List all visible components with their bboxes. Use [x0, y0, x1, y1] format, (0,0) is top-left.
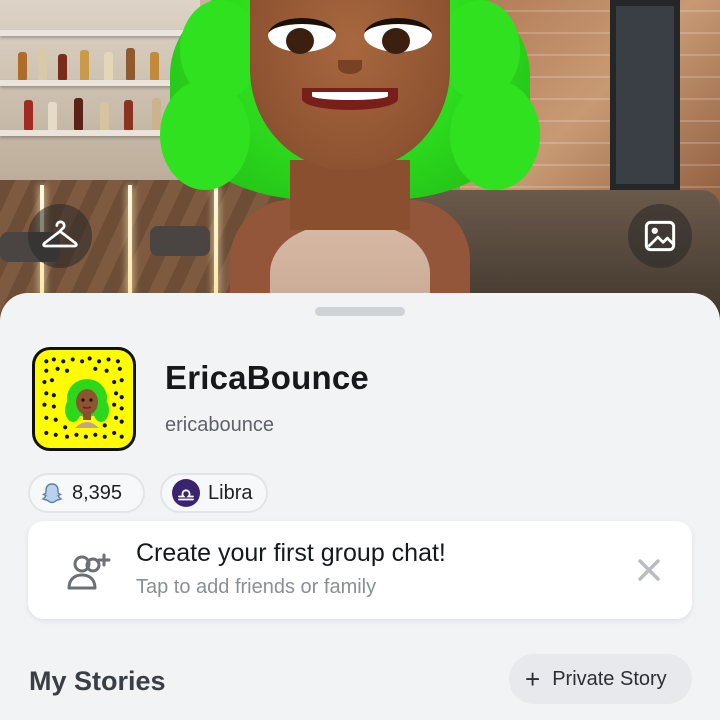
window [610, 0, 680, 190]
private-story-button[interactable]: + Private Story [509, 654, 692, 704]
snapcode-avatar [65, 379, 109, 428]
close-icon[interactable] [636, 557, 662, 583]
sheet-grabber[interactable] [315, 307, 405, 316]
display-name: EricaBounce [165, 359, 369, 396]
snap-score-chip[interactable]: 8,395 [28, 473, 145, 513]
profile-sheet: EricaBounce ericabounce 8,395 Libra Crea… [0, 293, 720, 720]
image-icon [644, 220, 676, 252]
username: ericabounce [165, 414, 274, 436]
outfit-button[interactable] [28, 204, 92, 268]
bitmoji-avatar [160, 0, 540, 330]
zodiac-label: Libra [208, 481, 253, 504]
bitmoji-scene [0, 0, 720, 330]
snap-score-value: 8,395 [72, 481, 123, 504]
ghost-icon [40, 481, 64, 505]
group-chat-card[interactable]: Create your first group chat! Tap to add… [28, 521, 692, 619]
libra-icon [172, 479, 200, 507]
zodiac-chip[interactable]: Libra [160, 473, 268, 513]
background-button[interactable] [628, 204, 692, 268]
my-stories-title: My Stories [29, 666, 166, 696]
plus-icon: + [525, 664, 541, 694]
card-title: Create your first group chat! [136, 539, 446, 567]
hanger-icon [42, 220, 78, 248]
snapcode[interactable] [32, 347, 136, 451]
card-subtitle: Tap to add friends or family [136, 576, 377, 598]
add-friend-icon [67, 553, 111, 590]
private-story-label: Private Story [552, 667, 667, 690]
